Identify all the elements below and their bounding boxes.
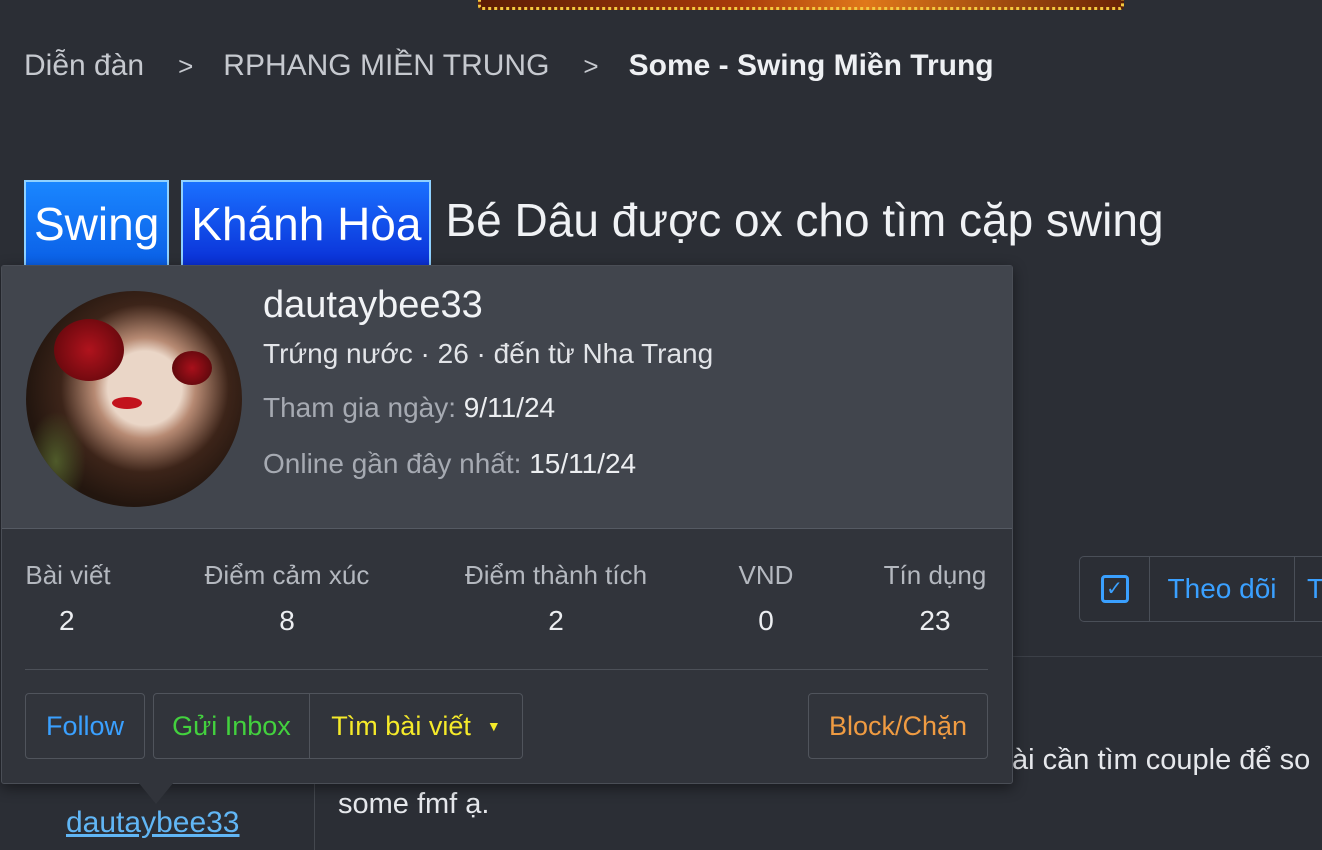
post-divider	[1012, 656, 1322, 657]
stat-label: Bài viết	[25, 560, 111, 590]
member-stats: Bài viết 2 Điểm cảm xúc 8 Điểm thành tíc…	[0, 560, 1012, 640]
breadcrumb-item-current[interactable]: Some - Swing Miền Trung	[629, 49, 994, 83]
chevron-right-icon: >	[178, 50, 194, 81]
stat-label: Điểm thành tích	[464, 560, 648, 590]
more-actions-button[interactable]: T	[1295, 573, 1322, 605]
find-posts-button[interactable]: Tìm bài viết ▼	[310, 694, 522, 758]
breadcrumb-item-forum[interactable]: Diễn đàn	[24, 49, 144, 83]
watch-checkbox[interactable]: ✓	[1080, 557, 1150, 621]
member-username[interactable]: dautaybee33	[263, 284, 483, 327]
page: Diễn đàn > RPHANG MIỀN TRUNG > Some - Sw…	[0, 0, 1322, 850]
post-author-link[interactable]: dautaybee33	[66, 806, 240, 840]
post-body-line: ài cần tìm couple để so	[1012, 744, 1311, 776]
send-inbox-button[interactable]: Gửi Inbox	[154, 694, 310, 758]
last-seen-value: 15/11/24	[529, 448, 637, 479]
avatar-rose-shape	[54, 319, 124, 381]
thread-action-group: ✓ Theo dõi T	[1079, 556, 1322, 622]
last-seen-label: Online gần đây nhất:	[263, 448, 522, 479]
stat-value: 23	[919, 605, 951, 636]
follow-thread-button[interactable]: Theo dõi	[1150, 557, 1295, 621]
thread-title: Swing Khánh Hòa Bé Dâu được ox cho tìm c…	[24, 180, 1164, 268]
tooltip-arrow	[138, 782, 174, 804]
post-sidebar-divider	[314, 784, 315, 850]
stat-label: Tín dụng	[883, 560, 987, 590]
prefix-badge-swing[interactable]: Swing	[24, 180, 170, 268]
chevron-right-icon: >	[583, 50, 599, 81]
breadcrumb: Diễn đàn > RPHANG MIỀN TRUNG > Some - Sw…	[24, 46, 994, 86]
stat-value: 2	[548, 605, 564, 636]
stat-vnd[interactable]: VND 0	[734, 560, 798, 637]
block-user-button[interactable]: Block/Chặn	[808, 693, 988, 759]
avatar-lips-shape	[112, 397, 142, 409]
stat-credits[interactable]: Tín dụng 23	[882, 560, 988, 637]
avatar[interactable]	[26, 291, 242, 507]
stat-reactions[interactable]: Điểm cảm xúc 8	[202, 560, 372, 637]
member-user-title: Trứng nước · 26 · đến từ Nha Trang	[263, 338, 714, 369]
avatar-rose-shape	[172, 351, 212, 385]
stat-posts[interactable]: Bài viết 2	[25, 560, 111, 637]
button-group: Gửi Inbox Tìm bài viết ▼	[153, 693, 523, 759]
page-title: Bé Dâu được ox cho tìm cặp swing	[445, 194, 1164, 246]
stat-label: Điểm cảm xúc	[204, 560, 370, 590]
stat-label: VND	[738, 560, 794, 590]
avatar-leaf-shape	[26, 411, 86, 507]
stat-value: 8	[279, 605, 295, 636]
divider	[25, 669, 988, 670]
follow-user-button[interactable]: Follow	[25, 693, 145, 759]
member-joined: Tham gia ngày: 9/11/24	[263, 392, 555, 424]
post-body-line: some fmf ạ.	[338, 788, 490, 820]
stat-trophy-points[interactable]: Điểm thành tích 2	[462, 560, 650, 637]
stat-value: 2	[59, 605, 75, 636]
caret-down-icon: ▼	[486, 718, 501, 734]
stat-value: 0	[758, 605, 774, 636]
breadcrumb-item-section[interactable]: RPHANG MIỀN TRUNG	[223, 49, 549, 83]
member-last-seen: Online gần đây nhất: 15/11/24	[263, 448, 636, 480]
find-posts-label: Tìm bài viết	[331, 710, 471, 741]
checkbox-icon: ✓	[1100, 575, 1129, 603]
top-banner	[478, 0, 1124, 10]
joined-value: 9/11/24	[463, 392, 556, 423]
prefix-badge-khanh-hoa[interactable]: Khánh Hòa	[181, 180, 432, 268]
joined-label: Tham gia ngày:	[263, 392, 456, 423]
